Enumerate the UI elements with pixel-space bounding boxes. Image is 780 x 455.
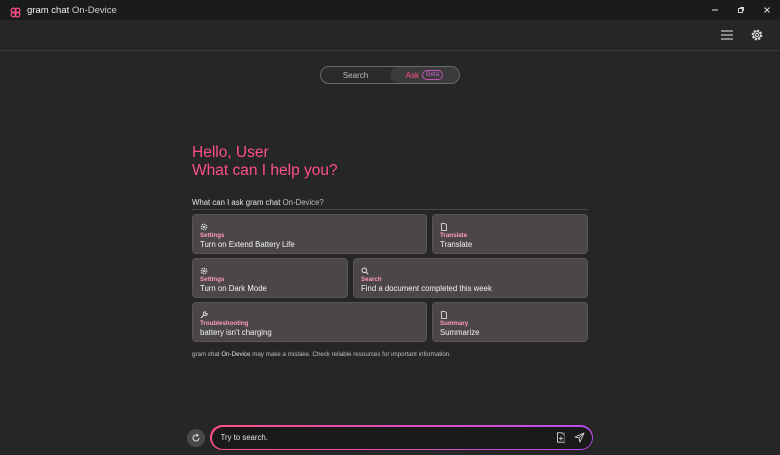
suggestions-heading-suffix: On-Device? xyxy=(282,198,324,207)
disclaimer-prefix: gram chat xyxy=(192,351,222,358)
title-bar: gram chat On-Device xyxy=(0,0,780,20)
app-title-suffix: On-Device xyxy=(71,4,117,16)
tab-ask-label: Ask xyxy=(405,70,419,80)
close-icon xyxy=(764,7,770,13)
suggestions-heading-prefix: What can I ask gram chat xyxy=(192,198,283,207)
tab-ask[interactable]: Ask Beta xyxy=(390,67,459,83)
search-input-container xyxy=(211,426,592,449)
suggestion-card-dark-mode[interactable]: Settings Turn on Dark Mode xyxy=(192,258,348,298)
card-label: battery isn't charging xyxy=(200,328,272,337)
search-input-frame xyxy=(210,425,593,450)
menu-icon xyxy=(721,30,733,40)
beta-badge: Beta xyxy=(421,70,444,80)
card-label: Find a document completed this week xyxy=(361,284,492,293)
close-button[interactable] xyxy=(754,0,780,20)
gear-icon xyxy=(200,223,208,231)
disclaimer: gram chat On-Device may make a mistake. … xyxy=(192,351,451,358)
document-icon xyxy=(441,311,447,319)
minimize-icon xyxy=(712,9,718,11)
maximize-button[interactable] xyxy=(728,0,754,20)
card-category: Settings xyxy=(200,232,225,239)
reset-icon xyxy=(192,433,200,442)
card-label: Turn on Extend Battery Life xyxy=(200,240,295,249)
app-logo-icon xyxy=(10,5,21,18)
send-button[interactable] xyxy=(574,432,586,444)
attach-file-button[interactable] xyxy=(555,432,567,444)
app-title-main: gram chat xyxy=(27,4,70,16)
card-label: Turn on Dark Mode xyxy=(200,284,267,293)
tab-search-label: Search xyxy=(342,70,369,80)
window-controls xyxy=(702,0,780,20)
disclaimer-highlight: On-Device xyxy=(221,351,251,358)
toolbar xyxy=(0,20,780,51)
card-category: Search xyxy=(361,276,382,283)
suggestion-card-translate[interactable]: Translate Translate xyxy=(432,214,588,254)
suggestions-heading: What can I ask gram chat On-Device? xyxy=(192,198,324,207)
wrench-icon xyxy=(200,311,208,319)
maximize-icon xyxy=(738,7,744,13)
gear-icon xyxy=(751,29,763,41)
send-icon xyxy=(574,432,585,443)
search-icon xyxy=(361,267,369,275)
settings-button[interactable] xyxy=(749,27,765,43)
suggestion-card-find-document[interactable]: Search Find a document completed this we… xyxy=(353,258,588,298)
suggestion-card-battery-charging[interactable]: Troubleshooting battery isn't charging xyxy=(192,302,427,342)
suggestion-card-summarize[interactable]: Summary Summarize xyxy=(432,302,588,342)
disclaimer-suffix: may make a mistake. Check reliable resou… xyxy=(250,351,451,358)
menu-button[interactable] xyxy=(719,27,735,43)
mode-toggle: Search Ask Beta xyxy=(320,66,460,84)
card-label: Translate xyxy=(440,240,473,249)
suggestion-card-extend-battery[interactable]: Settings Turn on Extend Battery Life xyxy=(192,214,427,254)
divider xyxy=(192,209,588,210)
greeting-title: Hello, User xyxy=(192,144,269,161)
gear-icon xyxy=(200,267,208,275)
app-title: gram chat On-Device xyxy=(27,5,117,16)
card-label: Summarize xyxy=(440,328,480,337)
document-icon xyxy=(441,223,447,231)
tab-search[interactable]: Search xyxy=(321,67,390,83)
reset-button[interactable] xyxy=(187,429,205,447)
card-category: Troubleshooting xyxy=(200,320,249,327)
minimize-button[interactable] xyxy=(702,0,728,20)
card-category: Summary xyxy=(440,320,469,327)
card-category: Settings xyxy=(200,276,225,283)
input-separator xyxy=(563,431,565,444)
greeting-subtitle: What can I help you? xyxy=(192,162,338,179)
search-input[interactable] xyxy=(220,430,541,445)
card-category: Translate xyxy=(440,232,468,239)
